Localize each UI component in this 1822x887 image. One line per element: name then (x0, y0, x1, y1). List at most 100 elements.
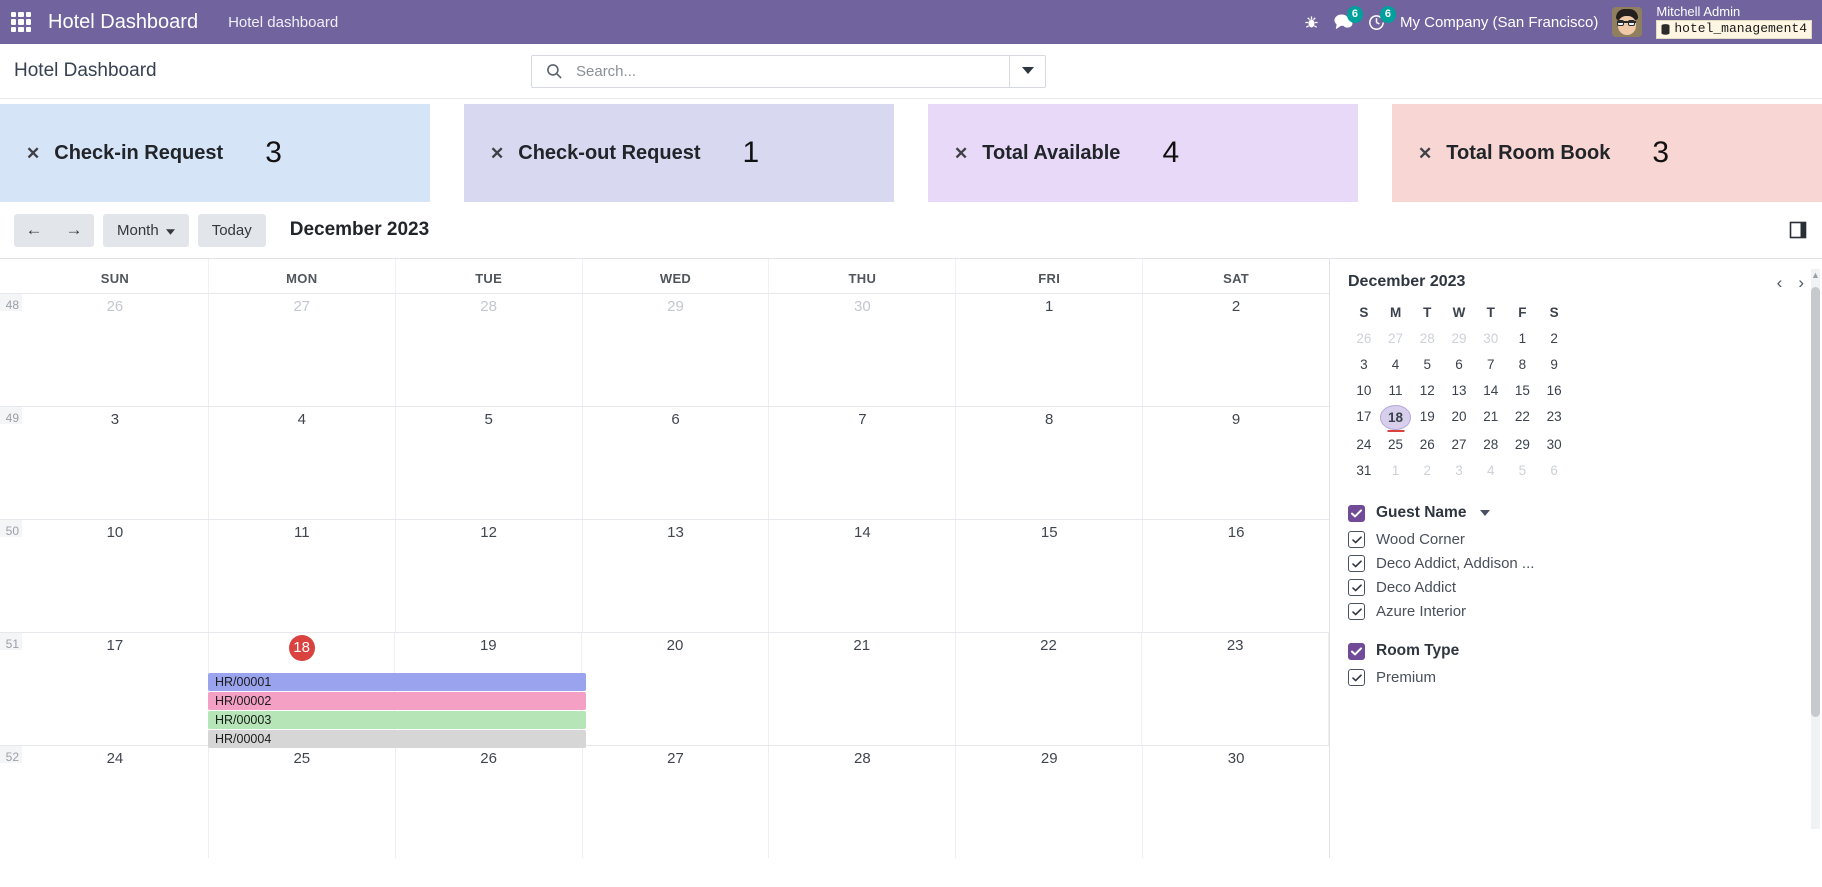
clock-icon[interactable]: 6 (1367, 13, 1386, 32)
day-cell[interactable]: 24 (22, 746, 209, 858)
filter-item-azure-interior[interactable]: Azure Interior (1348, 603, 1804, 620)
filter-master-checkbox[interactable] (1348, 643, 1365, 660)
mini-day[interactable]: 16 (1538, 379, 1570, 402)
mini-day[interactable]: 22 (1507, 405, 1539, 430)
mini-day[interactable]: 13 (1443, 379, 1475, 402)
day-cell[interactable]: 10 (22, 520, 209, 632)
mini-day[interactable]: 29 (1443, 327, 1475, 350)
search-dropdown-toggle[interactable] (1009, 56, 1045, 87)
mini-day[interactable]: 27 (1443, 433, 1475, 456)
day-cell[interactable]: 27 (583, 746, 770, 858)
kpi-card-total-available[interactable]: ✕ Total Available 4 (928, 104, 1358, 202)
mini-day[interactable]: 6 (1443, 353, 1475, 376)
chevron-down-icon[interactable] (1480, 510, 1490, 516)
day-cell[interactable]: 30 (1143, 746, 1329, 858)
day-cell[interactable]: 8 (956, 407, 1143, 519)
mini-day[interactable]: 31 (1348, 459, 1380, 482)
mini-day[interactable]: 12 (1411, 379, 1443, 402)
company-selector[interactable]: My Company (San Francisco) (1400, 14, 1598, 31)
day-cell[interactable]: 29 (583, 294, 770, 406)
day-cell[interactable]: 13 (583, 520, 770, 632)
mini-day[interactable]: 30 (1475, 327, 1507, 350)
filter-checkbox[interactable] (1348, 531, 1365, 548)
day-cell[interactable]: 28 (396, 294, 583, 406)
mini-day[interactable]: 1 (1380, 459, 1412, 482)
day-cell[interactable]: 4 (209, 407, 396, 519)
mini-day[interactable]: 9 (1538, 353, 1570, 376)
scroll-up-arrow-icon[interactable]: ▲ (1811, 269, 1820, 281)
user-menu[interactable]: Mitchell Admin hotel_management4 (1656, 5, 1812, 39)
day-cell[interactable]: 28 (769, 746, 956, 858)
calendar-event[interactable]: HR/00002 (208, 692, 586, 710)
mini-day[interactable]: 26 (1411, 433, 1443, 456)
mini-day[interactable]: 14 (1475, 379, 1507, 402)
day-cell[interactable]: 12 (396, 520, 583, 632)
mini-day[interactable]: 11 (1380, 379, 1412, 402)
day-cell[interactable]: 2 (1143, 294, 1329, 406)
day-cell[interactable]: 30 (769, 294, 956, 406)
bug-icon[interactable] (1304, 15, 1319, 30)
kpi-card-total-room-book[interactable]: ✕ Total Room Book 3 (1392, 104, 1822, 202)
mini-day-selected[interactable]: 18 (1380, 405, 1412, 430)
close-icon[interactable]: ✕ (490, 145, 504, 162)
mini-day[interactable]: 26 (1348, 327, 1380, 350)
day-cell[interactable]: 16 (1143, 520, 1329, 632)
day-cell[interactable]: 17 (22, 633, 209, 745)
mini-day[interactable]: 23 (1538, 405, 1570, 430)
mini-day[interactable]: 28 (1475, 433, 1507, 456)
day-cell[interactable]: 21 (769, 633, 956, 745)
day-cell[interactable]: 9 (1143, 407, 1329, 519)
apps-grid-icon[interactable] (8, 9, 34, 35)
day-cell[interactable]: 29 (956, 746, 1143, 858)
day-cell[interactable]: 15 (956, 520, 1143, 632)
calendar-event[interactable]: HR/00001 (208, 673, 586, 691)
day-cell[interactable]: 22 (956, 633, 1143, 745)
chevron-left-icon[interactable]: ‹ (1777, 274, 1783, 291)
filter-item-deco-addict[interactable]: Deco Addict (1348, 579, 1804, 596)
side-panel-scrollbar[interactable]: ▲ (1811, 269, 1820, 829)
filter-master-checkbox[interactable] (1348, 505, 1365, 522)
week-number[interactable]: 48 (0, 294, 22, 311)
mini-day[interactable]: 21 (1475, 405, 1507, 430)
day-cell[interactable]: 20 (582, 633, 769, 745)
mini-day[interactable]: 29 (1507, 433, 1539, 456)
mini-day[interactable]: 28 (1411, 327, 1443, 350)
day-cell[interactable]: 11 (209, 520, 396, 632)
mini-day[interactable]: 2 (1538, 327, 1570, 350)
calendar-event[interactable]: HR/00004 (208, 730, 586, 748)
day-cell[interactable]: 1 (956, 294, 1143, 406)
mini-day[interactable]: 5 (1411, 353, 1443, 376)
mini-day[interactable]: 1 (1507, 327, 1539, 350)
week-number[interactable]: 52 (0, 746, 22, 763)
app-brand[interactable]: Hotel Dashboard (48, 11, 198, 34)
mini-day[interactable]: 2 (1411, 459, 1443, 482)
filter-item-wood-corner[interactable]: Wood Corner (1348, 531, 1804, 548)
mini-day[interactable]: 4 (1475, 459, 1507, 482)
mini-day[interactable]: 10 (1348, 379, 1380, 402)
avatar[interactable] (1612, 7, 1642, 37)
scale-selector-button[interactable]: Month (103, 214, 189, 247)
filter-header[interactable]: Room Type (1348, 642, 1804, 660)
week-number[interactable]: 49 (0, 407, 22, 424)
day-cell[interactable]: 6 (583, 407, 770, 519)
mini-day[interactable]: 25 (1380, 433, 1412, 456)
week-number[interactable]: 50 (0, 520, 22, 537)
day-cell[interactable]: 3 (22, 407, 209, 519)
next-period-button[interactable]: → (54, 214, 94, 247)
mini-day[interactable]: 20 (1443, 405, 1475, 430)
mini-day[interactable]: 6 (1538, 459, 1570, 482)
mini-day[interactable]: 30 (1538, 433, 1570, 456)
mini-day[interactable]: 4 (1380, 353, 1412, 376)
mini-day[interactable]: 3 (1443, 459, 1475, 482)
mini-day[interactable]: 27 (1380, 327, 1412, 350)
search-input[interactable] (574, 62, 1009, 81)
close-icon[interactable]: ✕ (1418, 145, 1432, 162)
calendar-event[interactable]: HR/00003 (208, 711, 586, 729)
breadcrumb[interactable]: Hotel dashboard (228, 14, 338, 31)
filter-item-deco-addict-addison[interactable]: Deco Addict, Addison ... (1348, 555, 1804, 572)
day-cell[interactable]: 14 (769, 520, 956, 632)
chat-icon[interactable]: 6 (1333, 13, 1353, 31)
mini-day[interactable]: 3 (1348, 353, 1380, 376)
filter-checkbox[interactable] (1348, 579, 1365, 596)
day-cell[interactable]: 27 (209, 294, 396, 406)
